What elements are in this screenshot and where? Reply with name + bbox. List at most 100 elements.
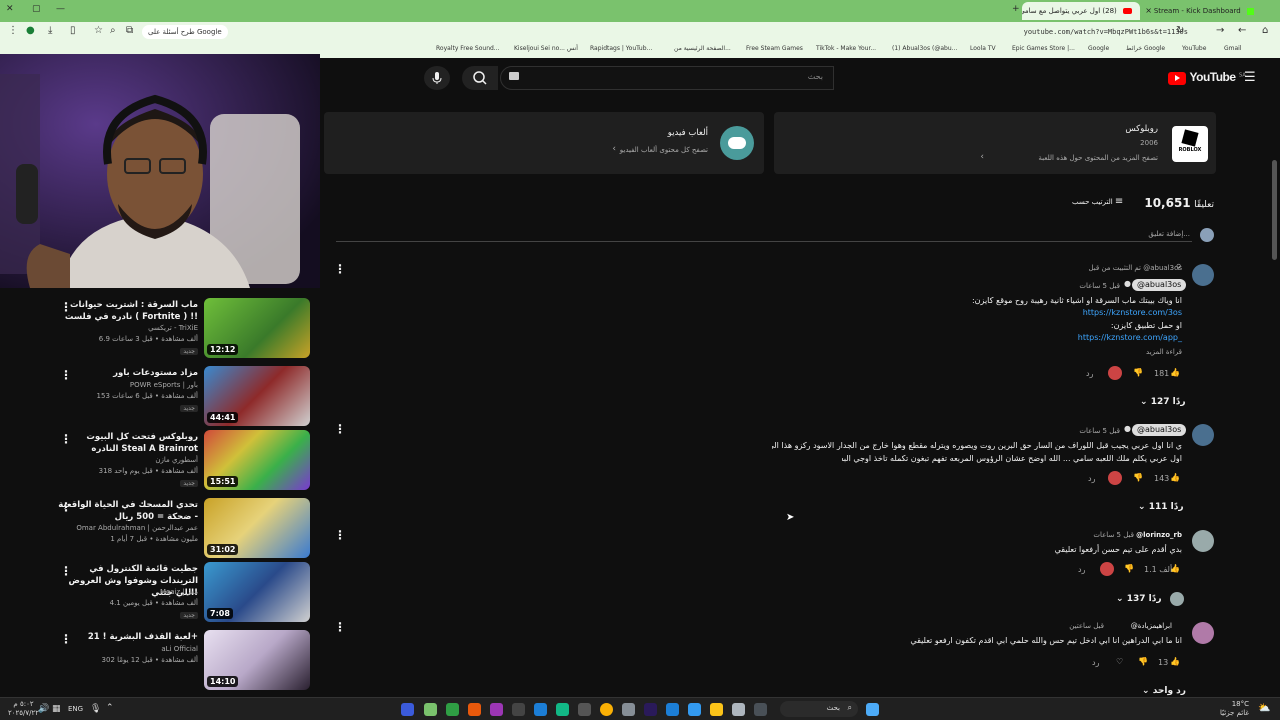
new-tab-button[interactable]: + bbox=[1012, 4, 1020, 14]
weather-widget[interactable]: 18°C غائم جزئيًا bbox=[1220, 700, 1249, 718]
home-icon[interactable]: ⌂ bbox=[1262, 25, 1268, 36]
commenter-avatar[interactable] bbox=[1192, 530, 1214, 552]
video-title[interactable]: مزاد مستودعات باور bbox=[58, 367, 198, 379]
video-menu-icon[interactable]: ⋮ bbox=[60, 564, 72, 578]
bookmark-item[interactable]: Loola TV bbox=[970, 45, 996, 52]
video-channel[interactable]: أسطوري مازن bbox=[58, 456, 198, 464]
view-replies-button[interactable]: ⌄ 111 ردًا bbox=[1138, 502, 1184, 512]
dislike-icon[interactable]: 👎 bbox=[1124, 564, 1134, 573]
video-menu-icon[interactable]: ⋮ bbox=[60, 300, 72, 314]
view-replies-button[interactable]: ⌄ 127 ردًا bbox=[1140, 397, 1186, 407]
start-icon[interactable] bbox=[866, 703, 879, 716]
mic-icon[interactable]: 🎙 bbox=[90, 704, 101, 714]
language-indicator[interactable]: ENG bbox=[68, 705, 83, 713]
window-minimize-icon[interactable]: — bbox=[56, 4, 65, 14]
video-thumbnail[interactable]: 44:41 bbox=[204, 366, 310, 426]
bookmark-item[interactable]: Kiseljoui Sei no... أنس bbox=[514, 45, 578, 52]
bookmark-item[interactable]: Free Steam Games bbox=[746, 45, 803, 52]
video-thumbnail[interactable]: 12:12 bbox=[204, 298, 310, 358]
dislike-icon[interactable]: 👎 bbox=[1138, 657, 1148, 666]
video-title[interactable]: روبلوكس فتحت كل البيوت النادره Steal A B… bbox=[58, 431, 198, 455]
bookmark-item[interactable]: YouTube bbox=[1182, 45, 1206, 52]
comment-menu-icon[interactable]: ⋮ bbox=[334, 528, 346, 542]
forward-icon[interactable]: → bbox=[1216, 25, 1224, 36]
comment-link[interactable]: https://kznstore.com/3os bbox=[1083, 308, 1182, 317]
app-icon-14[interactable] bbox=[688, 703, 701, 716]
reply-button[interactable]: رد bbox=[1078, 565, 1085, 574]
app-icon-2[interactable] bbox=[424, 703, 437, 716]
app-icon-16[interactable] bbox=[732, 703, 745, 716]
ask-google-pill[interactable]: طرح أسئلة على Google bbox=[142, 25, 228, 39]
reply-button[interactable]: رد bbox=[1086, 369, 1093, 378]
chrome-icon[interactable] bbox=[600, 703, 613, 716]
extension-icon[interactable]: ● bbox=[26, 25, 35, 36]
comment-menu-icon[interactable]: ⋮ bbox=[334, 422, 346, 436]
recommended-video[interactable]: 12:12 ماب السرقة : اشتريت حيوانات نادره … bbox=[60, 298, 310, 360]
commenter-avatar[interactable] bbox=[1192, 424, 1214, 446]
author-chip[interactable]: @abual3os bbox=[1132, 424, 1187, 436]
tab-kick-dashboard[interactable]: Stream - Kick Dashboard × bbox=[1142, 2, 1262, 20]
premiere-icon[interactable] bbox=[644, 703, 657, 716]
app-icon-5[interactable] bbox=[490, 703, 503, 716]
card-browse-link[interactable]: تصفح كل محتوى ألعاب الفيديو bbox=[620, 146, 708, 154]
read-more-link[interactable]: قراءة المزيد bbox=[1146, 348, 1182, 356]
volume-icon[interactable]: 🔊 bbox=[38, 704, 49, 714]
reply-button[interactable]: رد bbox=[1088, 474, 1095, 483]
video-thumbnail[interactable]: 15:51 bbox=[204, 430, 310, 490]
recommended-video[interactable]: 44:41 مزاد مستودعات باور POWR eSports | … bbox=[60, 366, 310, 428]
tray-chevron-icon[interactable]: ⌃ bbox=[106, 703, 114, 713]
app-icon-1[interactable] bbox=[401, 703, 414, 716]
file-explorer-icon[interactable] bbox=[710, 703, 723, 716]
video-channel[interactable]: تريكسي - TriXiE bbox=[58, 324, 198, 332]
bookmark-item[interactable]: (1) Abual3os (@abu... bbox=[892, 45, 957, 52]
add-comment-input[interactable]: إضافة تعليق... bbox=[336, 228, 1192, 242]
bookmark-item[interactable]: Gmail bbox=[1224, 45, 1242, 52]
app-icon-11[interactable] bbox=[622, 703, 635, 716]
app-icon-9[interactable] bbox=[578, 703, 591, 716]
view-replies-button[interactable]: ⌄ رد واحد bbox=[1142, 686, 1186, 696]
close-icon[interactable]: × bbox=[1145, 2, 1152, 20]
video-title[interactable]: ماب السرقة : اشتريت حيوانات نادره في فلس… bbox=[58, 299, 198, 323]
download-icon[interactable]: ⤓ bbox=[48, 25, 52, 36]
chrome-menu-icon[interactable]: ⋮ bbox=[8, 25, 18, 36]
comment-link[interactable]: https://kznstore.com/app_ bbox=[1078, 333, 1182, 342]
reply-button[interactable]: رد bbox=[1092, 658, 1099, 667]
game-card-roblox[interactable]: ROBLOX روبلوكس 2006 تصفح المزيد من المحت… bbox=[774, 112, 1216, 174]
bookmark-item[interactable]: Google bbox=[1088, 45, 1109, 52]
search-input[interactable]: بحث bbox=[500, 66, 834, 90]
bookmark-item[interactable]: Royalty Free Sound... bbox=[436, 45, 500, 52]
commenter-avatar[interactable] bbox=[1192, 622, 1214, 644]
video-menu-icon[interactable]: ⋮ bbox=[60, 368, 72, 382]
bookmark-item[interactable]: خرائط Google bbox=[1126, 45, 1165, 52]
app-icon-8[interactable] bbox=[556, 703, 569, 716]
app-icon-7[interactable] bbox=[534, 703, 547, 716]
url-field[interactable]: youtube.com/watch?v=MbqzPWt1b6s&t=1130s bbox=[628, 25, 1188, 39]
bookmark-item[interactable]: TikTok - Make Your... bbox=[816, 45, 876, 52]
video-channel[interactable]: POWR eSports | باور bbox=[58, 381, 198, 389]
heart-icon[interactable]: ♡ bbox=[1116, 657, 1123, 666]
recommended-video[interactable]: 15:51 روبلوكس فتحت كل البيوت النادره Ste… bbox=[60, 430, 310, 492]
game-card-video-games[interactable]: ألعاب فيديو تصفح كل محتوى ألعاب الفيديو … bbox=[324, 112, 764, 174]
video-title[interactable]: لعبة القذف البشرية ! 21+ bbox=[58, 631, 198, 643]
app-icon-13[interactable] bbox=[666, 703, 679, 716]
recommended-video[interactable]: 7:08 جطيت قائمة الكنترول في التريندات وش… bbox=[60, 562, 310, 624]
app-icon-3[interactable] bbox=[446, 703, 459, 716]
like-icon[interactable]: 👍 bbox=[1170, 473, 1180, 482]
dislike-icon[interactable]: 👎 bbox=[1133, 473, 1143, 482]
sort-button[interactable]: الترتيب حسب ≡ bbox=[1072, 196, 1123, 207]
bookmark-star-icon[interactable]: ☆ bbox=[94, 25, 103, 36]
bookmark-item[interactable]: Epic Games Store |... bbox=[1012, 45, 1075, 52]
sidepanel-icon[interactable]: ▯ bbox=[70, 25, 76, 36]
video-thumbnail[interactable]: 31:02 bbox=[204, 498, 310, 558]
comment-menu-icon[interactable]: ⋮ bbox=[334, 620, 346, 634]
video-channel[interactable]: Omar Abdulrahman | عمر عبدالرحمن bbox=[58, 524, 198, 532]
recommended-video[interactable]: 31:02 تحدي المسحك في الحياة الواقعية - ض… bbox=[58, 498, 310, 560]
bookmark-item[interactable]: Rapidtags | YouTub... bbox=[590, 45, 652, 52]
app-icon-17[interactable] bbox=[754, 703, 767, 716]
install-icon[interactable]: ⧉ bbox=[126, 25, 133, 36]
comment-menu-icon[interactable]: ⋮ bbox=[334, 262, 346, 276]
video-channel[interactable]: Moaiz | معز bbox=[58, 588, 198, 596]
youtube-logo[interactable]: YouTube SA bbox=[1168, 70, 1246, 86]
page-scrollbar[interactable] bbox=[1272, 160, 1277, 260]
recommended-video[interactable]: 14:10 لعبة القذف البشرية ! 21+ aLi Offic… bbox=[60, 630, 310, 692]
